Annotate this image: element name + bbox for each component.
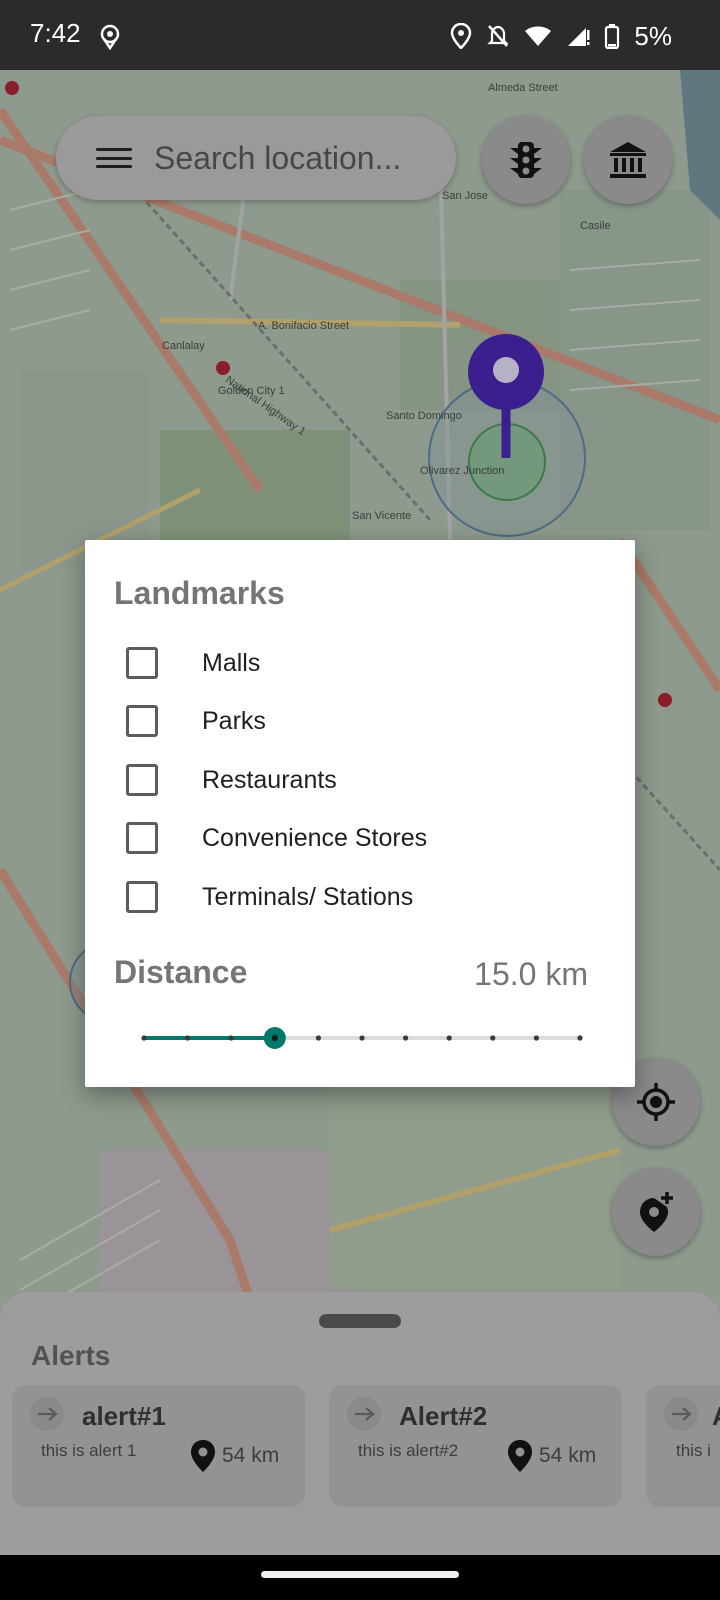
- option-label: Convenience Stores: [202, 823, 428, 852]
- checkbox[interactable]: [126, 822, 158, 854]
- location-alert-icon: [100, 24, 120, 50]
- pin-icon: [508, 1440, 532, 1472]
- option-label: Malls: [202, 648, 261, 677]
- alerts-bottom-sheet[interactable]: Alerts alert#1 this is alert 1 54 km Ale…: [0, 1292, 720, 1555]
- alert-distance-text: 54 km: [539, 1444, 597, 1467]
- slider-tick: [490, 1035, 496, 1041]
- alert-description: this is alert#2: [358, 1441, 459, 1460]
- map-label: San Jose: [442, 190, 488, 202]
- map-label: A. Bonifacio Street: [258, 320, 350, 332]
- location-pin-icon: [468, 334, 544, 458]
- alert-card[interactable]: Alert#2 this is alert#2 54 km: [329, 1385, 622, 1507]
- map-label: Golden City 1: [218, 385, 285, 397]
- menu-icon[interactable]: [96, 143, 132, 173]
- checkbox[interactable]: [126, 647, 158, 679]
- dialog-title: Landmarks: [114, 575, 285, 611]
- landmark-building-icon: [610, 142, 646, 178]
- distance-slider[interactable]: [140, 1018, 584, 1058]
- alert-distance: 54 km: [190, 1439, 279, 1473]
- alert-title: alert#1: [82, 1401, 166, 1431]
- slider-tick: [141, 1035, 147, 1041]
- slider-tick: [228, 1035, 234, 1041]
- traffic-light-icon: [510, 142, 542, 178]
- alert-description: this i: [676, 1441, 711, 1460]
- location-icon: [451, 23, 472, 49]
- status-bar: 7:42 5%: [0, 0, 720, 70]
- alert-card[interactable]: A this i: [646, 1385, 720, 1507]
- option-label: Restaurants: [202, 765, 337, 794]
- slider-tick: [577, 1035, 583, 1041]
- map-label: Canlalay: [162, 340, 205, 352]
- option-restaurants[interactable]: Restaurants: [126, 760, 337, 800]
- distance-value: 15.0 km: [474, 956, 588, 992]
- slider-tick: [315, 1035, 321, 1041]
- signal-icon: [568, 28, 590, 46]
- map-label: Almeda Street: [488, 82, 558, 94]
- checkbox[interactable]: [126, 764, 158, 796]
- landmark-button[interactable]: [584, 116, 672, 204]
- map-label: Olivarez Junction: [420, 465, 505, 477]
- checkbox[interactable]: [126, 881, 158, 913]
- slider-tick: [533, 1035, 539, 1041]
- alert-title: Alert#2: [399, 1401, 488, 1431]
- add-location-button[interactable]: [612, 1168, 700, 1256]
- option-convenience-stores[interactable]: Convenience Stores: [126, 818, 427, 858]
- wifi-icon: [525, 26, 552, 46]
- slider-tick: [446, 1035, 452, 1041]
- slider-tick: [403, 1035, 409, 1041]
- landmarks-dialog: Landmarks Malls Parks Restaurants Conven…: [85, 540, 635, 1087]
- alert-distance-text: 54 km: [222, 1444, 280, 1467]
- option-parks[interactable]: Parks: [126, 701, 266, 741]
- mute-bell-icon: [487, 25, 510, 47]
- alert-card[interactable]: alert#1 this is alert 1 54 km: [12, 1385, 305, 1507]
- alert-title: A: [712, 1401, 720, 1432]
- option-label: Parks: [202, 706, 266, 735]
- map-label: Casile: [580, 220, 611, 232]
- pin-icon: [191, 1440, 215, 1472]
- add-location-icon: [640, 1192, 673, 1232]
- slider-thumb-dot: [271, 1035, 278, 1041]
- battery-percent: 5%: [634, 20, 672, 51]
- slider-tick: [359, 1035, 365, 1041]
- status-time: 7:42: [30, 18, 81, 48]
- alert-description: this is alert 1: [41, 1441, 137, 1460]
- search-bar[interactable]: Search location...: [56, 116, 456, 200]
- navigation-bar: [0, 1555, 720, 1600]
- alerts-title: Alerts: [31, 1340, 111, 1371]
- slider-tick: [185, 1035, 191, 1041]
- battery-icon: [605, 24, 620, 49]
- my-location-icon: [637, 1083, 675, 1121]
- search-input[interactable]: Search location...: [154, 140, 401, 177]
- home-indicator[interactable]: [261, 1571, 459, 1578]
- map-label: Santo Domingo: [386, 410, 462, 422]
- arrow-right-icon: [664, 1397, 698, 1431]
- map-label: San Vicente: [352, 510, 412, 522]
- checkbox[interactable]: [126, 705, 158, 737]
- alert-distance: 54 km: [507, 1439, 596, 1473]
- sheet-drag-handle[interactable]: [319, 1314, 401, 1328]
- arrow-right-icon: [30, 1397, 64, 1431]
- arrow-right-icon: [347, 1397, 381, 1431]
- option-malls[interactable]: Malls: [126, 643, 260, 683]
- option-label: Terminals/ Stations: [202, 882, 414, 911]
- status-icons: 5%: [450, 20, 672, 52]
- option-terminals-stations[interactable]: Terminals/ Stations: [126, 877, 413, 917]
- distance-label: Distance: [114, 954, 248, 990]
- traffic-button[interactable]: [482, 116, 570, 204]
